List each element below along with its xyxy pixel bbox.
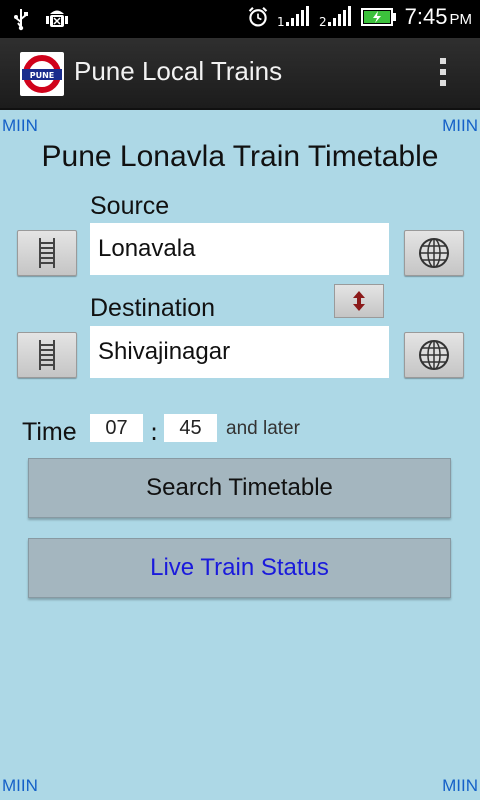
corner-label-bottom-left: MIIN — [2, 776, 38, 795]
svg-text:2: 2 — [319, 15, 327, 28]
signal-2-icon: 2 — [319, 4, 353, 30]
status-bar: 1 2 7:45 PM — [0, 0, 480, 38]
alarm-icon — [247, 4, 269, 30]
android-debug-icon — [46, 6, 68, 32]
time-label: Time — [22, 418, 77, 446]
destination-label: Destination — [90, 294, 216, 322]
battery-charging-icon — [360, 4, 397, 30]
globe-icon — [419, 340, 449, 370]
hour-input[interactable]: 07 — [90, 414, 143, 442]
action-bar: PUNE Pune Local Trains — [0, 38, 480, 110]
source-station-list-button[interactable] — [17, 230, 77, 276]
ladder-icon — [39, 238, 55, 268]
minute-input[interactable]: 45 — [164, 414, 217, 442]
corner-label-bottom-right: MIIN — [442, 776, 478, 795]
source-label: Source — [90, 192, 170, 220]
corner-label-top-right: MIIN — [442, 116, 478, 135]
time-suffix: and later — [226, 418, 300, 439]
time-separator: : — [150, 418, 159, 446]
swap-arrows-icon — [353, 291, 365, 311]
corner-label-top-left: MIIN — [2, 116, 38, 135]
signal-icon: 1 — [277, 4, 311, 30]
destination-map-button[interactable] — [404, 332, 464, 378]
app-logo-icon[interactable]: PUNE — [20, 52, 64, 96]
usb-icon — [10, 6, 32, 32]
app-title: Pune Local Trains — [74, 56, 283, 86]
swap-stations-button[interactable] — [334, 284, 384, 318]
page-title: Pune Lonavla Train Timetable — [41, 140, 439, 173]
ladder-icon — [39, 340, 55, 370]
overflow-menu-icon[interactable] — [436, 58, 450, 92]
destination-station-list-button[interactable] — [17, 332, 77, 378]
clock-time: 7:45 — [404, 4, 448, 29]
destination-input[interactable]: Shivajinagar — [90, 326, 389, 378]
source-map-button[interactable] — [404, 230, 464, 276]
globe-icon — [419, 238, 449, 268]
source-input[interactable]: Lonavala — [90, 223, 389, 275]
status-clock: 7:45 PM — [405, 4, 472, 30]
clock-ampm: PM — [449, 11, 473, 28]
svg-text:1: 1 — [277, 15, 285, 28]
search-timetable-button[interactable]: Search Timetable — [28, 458, 451, 518]
live-train-status-button[interactable]: Live Train Status — [28, 538, 451, 598]
svg-text:PUNE: PUNE — [30, 71, 55, 80]
